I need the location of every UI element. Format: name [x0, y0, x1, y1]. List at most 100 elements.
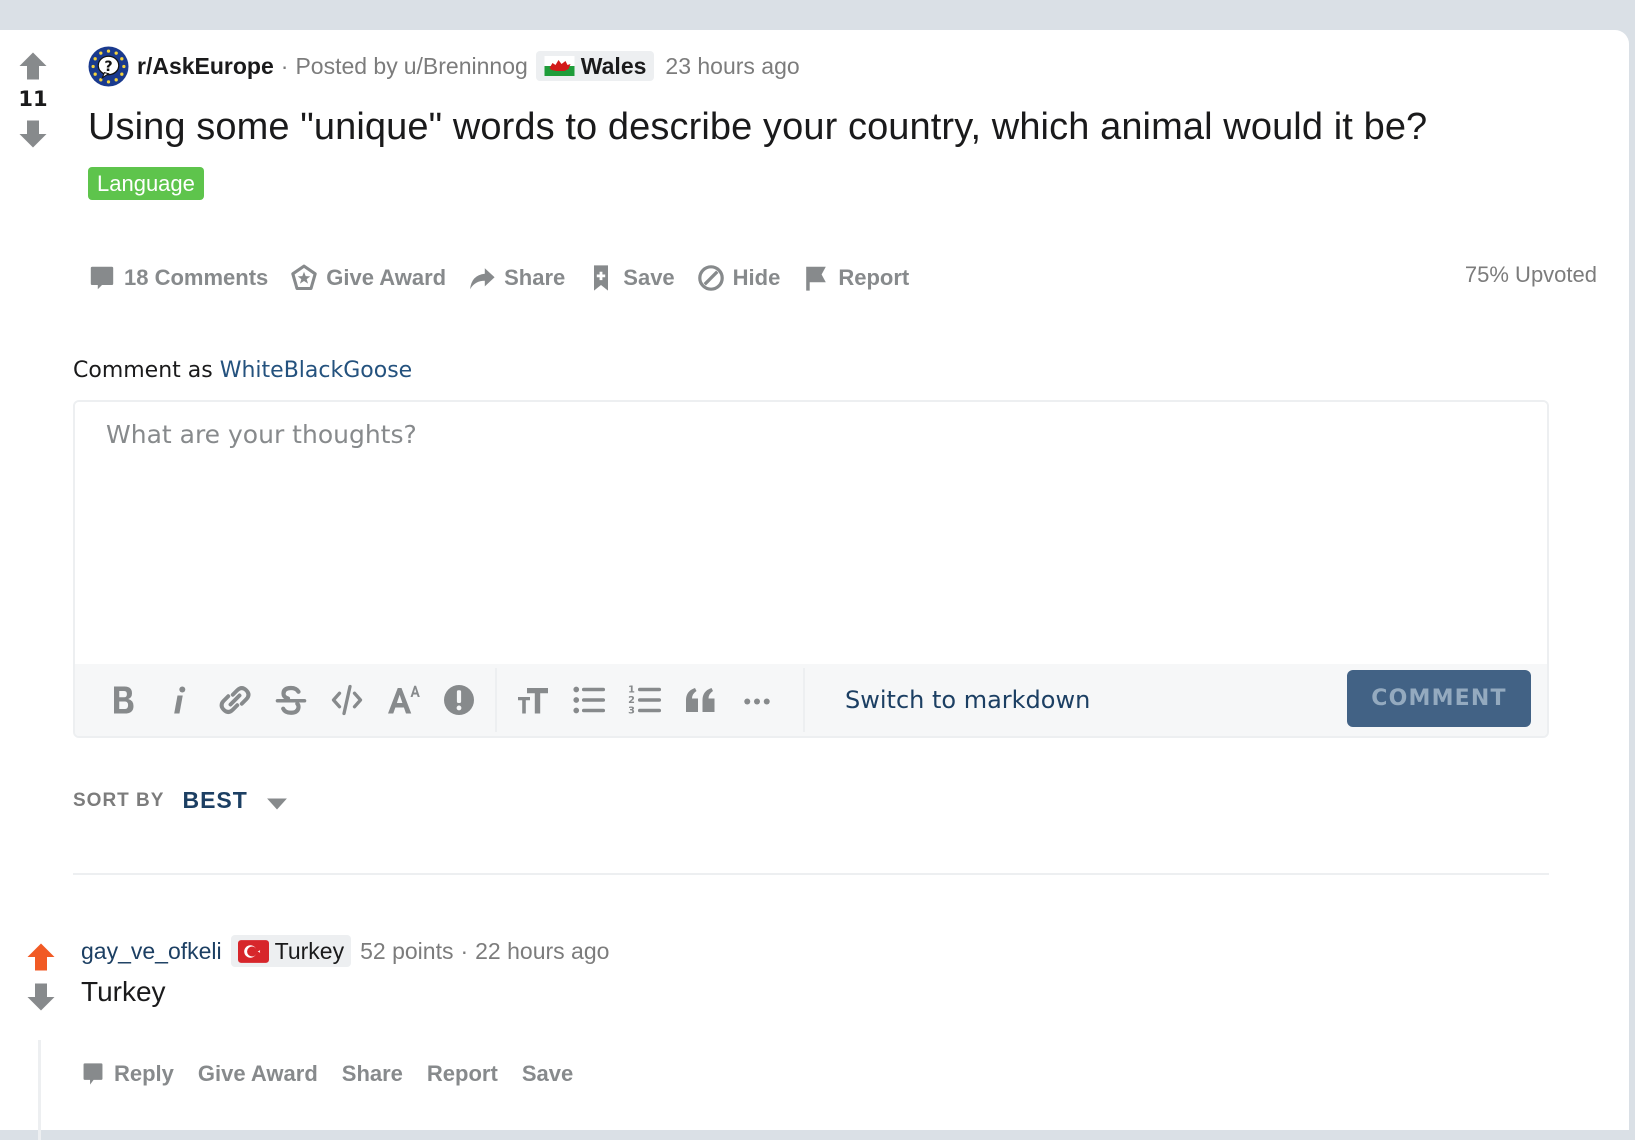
save-label: Save [623, 265, 675, 290]
post-timestamp[interactable]: 23 hours ago [665, 53, 799, 80]
wales-flag-icon [544, 56, 575, 76]
bold-icon [114, 686, 134, 714]
link-button[interactable] [207, 672, 263, 728]
comment-composer: 1 2 3 Switch to markd [73, 400, 1549, 738]
report-button[interactable]: Report [802, 264, 909, 292]
more-options-button[interactable] [729, 672, 785, 728]
comment-as-line: Comment as WhiteBlackGoose [73, 358, 412, 383]
spoiler-icon [444, 685, 474, 715]
author-flair-text: Wales [580, 52, 647, 79]
comment-report-button[interactable]: Report [427, 1061, 498, 1087]
section-divider [73, 873, 1549, 875]
inline-code-button[interactable] [319, 672, 375, 728]
comment-body: Turkey [81, 976, 166, 1007]
comment-vote-column [25, 942, 57, 1012]
post-title: Using some "unique" words to describe yo… [88, 106, 1428, 148]
turkey-flag-icon [237, 939, 269, 963]
award-icon [291, 264, 318, 291]
toolbar-divider [495, 668, 497, 732]
strikethrough-button[interactable] [263, 672, 319, 728]
comments-count: 18 Comments [124, 265, 269, 290]
switch-to-markdown-link[interactable]: Switch to markdown [845, 686, 1090, 714]
superscript-icon [388, 685, 420, 714]
bookmark-icon [594, 265, 609, 291]
give-award-label: Give Award [326, 265, 447, 290]
bulleted-list-icon [573, 686, 606, 714]
sort-dropdown[interactable]: SORT BY BEST [73, 787, 288, 814]
subreddit-icon[interactable]: ? [88, 46, 129, 87]
hide-button[interactable]: Hide [697, 264, 781, 292]
comment-author-flair: Turkey [230, 935, 352, 967]
hide-icon [697, 265, 724, 291]
post-score: 11 [18, 87, 48, 111]
link-icon [219, 686, 251, 714]
sort-value: BEST [182, 787, 248, 813]
code-icon [331, 684, 363, 716]
share-label: Share [504, 265, 566, 290]
svg-text:1: 1 [628, 685, 635, 696]
reply-label: Reply [114, 1061, 174, 1086]
author-flair: Wales [535, 51, 655, 81]
reply-button[interactable]: Reply [81, 1061, 174, 1087]
comments-button[interactable]: 18 Comments [88, 264, 268, 292]
flag-icon [806, 266, 827, 291]
report-label: Report [838, 265, 910, 290]
bold-button[interactable] [95, 672, 151, 728]
give-award-button[interactable]: Give Award [290, 264, 446, 292]
post-vote-column: 11 [14, 50, 52, 150]
italic-icon [174, 686, 186, 714]
more-icon [744, 698, 770, 705]
svg-text:2: 2 [628, 695, 635, 706]
comment-meta: gay_ve_ofkeli Turkey 52 points · 22 hour… [81, 932, 609, 970]
quote-block-button[interactable] [673, 672, 729, 728]
comment-share-button[interactable]: Share [342, 1061, 403, 1087]
comment-icon [90, 266, 114, 290]
toolbar-divider [803, 668, 805, 732]
post-card: 11 ? r/AskEurope · Posted by u/Breninnog [0, 30, 1629, 1140]
share-icon [470, 268, 495, 290]
comment-as-label: Comment as [73, 358, 213, 383]
svg-text:?: ? [104, 59, 112, 75]
comment-thread-line[interactable] [38, 1040, 41, 1140]
meta-separator: · [280, 52, 289, 79]
post-action-bar: 18 Comments Give Award Share Save Hide R… [88, 258, 931, 298]
comment-points: 52 points [360, 937, 454, 964]
strikethrough-icon [275, 685, 307, 715]
post-flair-tag[interactable]: Language [88, 167, 204, 200]
numbered-list-icon: 1 2 3 [628, 685, 662, 717]
subreddit-link[interactable]: r/AskEurope [137, 53, 274, 80]
chevron-down-icon [266, 798, 287, 809]
quote-icon [686, 688, 715, 712]
share-button[interactable]: Share [468, 264, 565, 292]
comment-timestamp[interactable]: 22 hours ago [475, 938, 609, 965]
posted-by-label: Posted by [295, 52, 398, 79]
post-meta: ? r/AskEurope · Posted by u/Breninnog Wa… [88, 45, 800, 87]
italic-button[interactable] [151, 672, 207, 728]
sort-label: SORT BY [73, 789, 165, 811]
svg-text:3: 3 [628, 706, 635, 717]
composer-toolbar: 1 2 3 Switch to markdown COMMENT [75, 664, 1547, 736]
post-author-link[interactable]: u/Breninnog [404, 53, 528, 80]
numbered-list-button[interactable]: 1 2 3 [617, 672, 673, 728]
comment-flair-text: Turkey [274, 937, 345, 964]
meta-separator: · [460, 937, 469, 964]
upvote-ratio: 75% Upvoted [1464, 262, 1597, 287]
comment-submit-button[interactable]: COMMENT [1347, 670, 1531, 727]
comment-give-award-button[interactable]: Give Award [198, 1061, 318, 1087]
save-button[interactable]: Save [587, 264, 675, 292]
downvote-icon[interactable] [18, 118, 48, 150]
spoiler-button[interactable] [431, 672, 487, 728]
downvote-icon[interactable] [26, 982, 56, 1012]
comment-icon [83, 1063, 103, 1085]
heading-icon [518, 688, 548, 714]
upvote-icon[interactable] [18, 50, 48, 82]
heading-button[interactable] [505, 672, 561, 728]
current-username-link[interactable]: WhiteBlackGoose [220, 358, 412, 383]
superscript-button[interactable] [375, 672, 431, 728]
comment-save-button[interactable]: Save [522, 1061, 573, 1087]
upvote-icon[interactable] [26, 942, 56, 972]
comment-author-link[interactable]: gay_ve_ofkeli [81, 938, 222, 965]
comment-textarea[interactable] [75, 402, 1547, 664]
bulleted-list-button[interactable] [561, 672, 617, 728]
hide-label: Hide [732, 265, 781, 290]
